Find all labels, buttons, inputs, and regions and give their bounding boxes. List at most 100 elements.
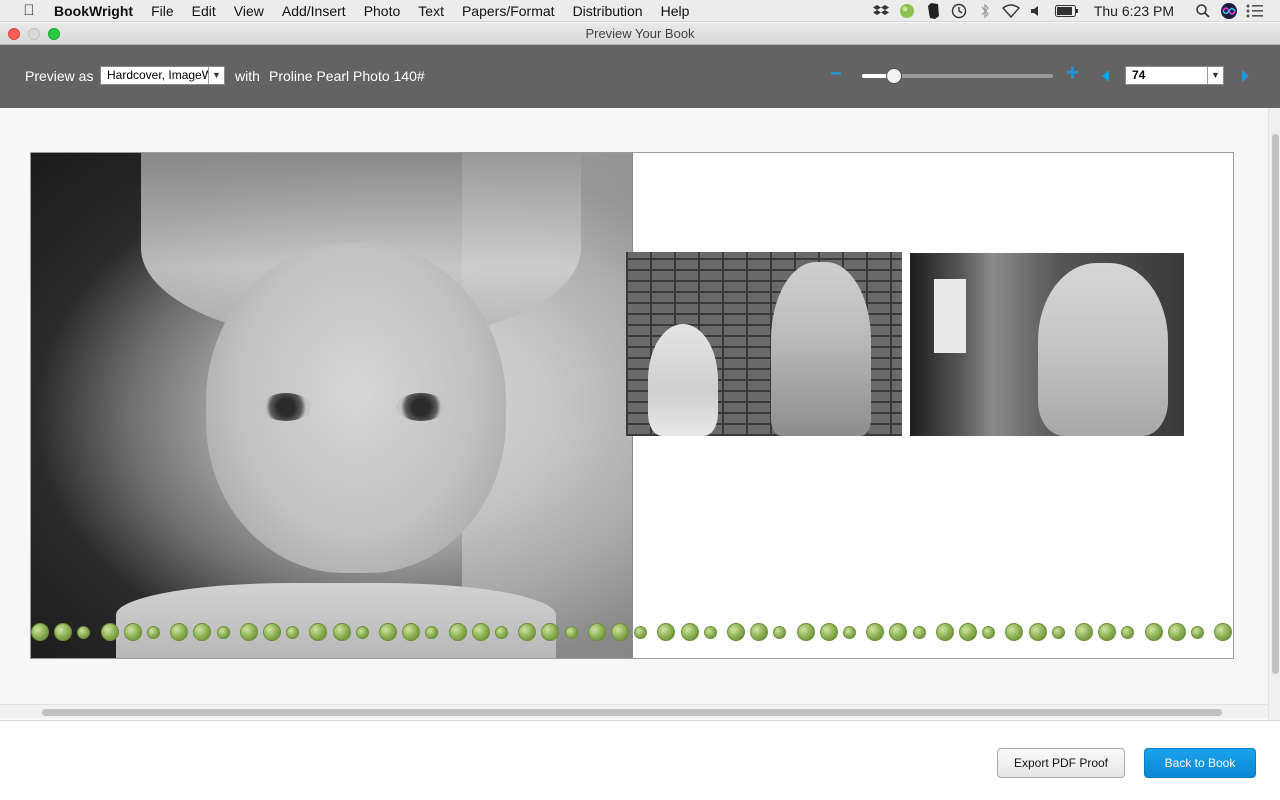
sprout-garland-border xyxy=(31,623,1233,643)
sprout-ornament xyxy=(611,623,629,641)
sprout-ornament xyxy=(1005,623,1023,641)
sprout-ornament xyxy=(1029,623,1047,641)
bluetooth-icon[interactable] xyxy=(974,0,996,22)
sprout-ornament xyxy=(657,623,675,641)
sprout-ornament xyxy=(727,623,745,641)
search-icon[interactable] xyxy=(1192,0,1214,22)
sprout-ornament xyxy=(124,623,142,641)
with-label: with xyxy=(235,68,260,84)
menu-photo[interactable]: Photo xyxy=(364,3,401,19)
sprout-ornament xyxy=(309,623,327,641)
sprout-ornament xyxy=(1145,623,1163,641)
photo-girl-hand-on-head[interactable] xyxy=(910,253,1184,436)
sprout-ornament xyxy=(773,626,786,639)
window-close-button[interactable] xyxy=(8,28,20,40)
menu-view[interactable]: View xyxy=(234,3,264,19)
sprout-ornament xyxy=(1075,623,1093,641)
chevron-down-icon[interactable]: ▼ xyxy=(1207,67,1223,84)
photo-kids-brick-wall[interactable] xyxy=(626,252,902,436)
window-minimize-button[interactable] xyxy=(28,28,40,40)
sprout-ornament xyxy=(54,623,72,641)
sprout-ornament xyxy=(240,623,258,641)
sprout-ornament xyxy=(889,623,907,641)
menu-app-name[interactable]: BookWright xyxy=(54,3,133,19)
sprout-ornament xyxy=(866,623,884,641)
sprout-ornament xyxy=(797,623,815,641)
sprout-ornament xyxy=(1052,626,1065,639)
sprout-ornament xyxy=(170,623,188,641)
zoom-slider-knob[interactable] xyxy=(886,68,902,84)
export-pdf-proof-button[interactable]: Export PDF Proof xyxy=(997,748,1125,778)
sprout-ornament xyxy=(518,623,536,641)
bottom-action-bar: Export PDF Proof Back to Book xyxy=(0,720,1280,800)
menu-text[interactable]: Text xyxy=(418,3,444,19)
sprout-ornament xyxy=(495,626,508,639)
menu-edit[interactable]: Edit xyxy=(192,3,216,19)
zoom-slider[interactable] xyxy=(862,68,1053,84)
sprout-ornament xyxy=(101,623,119,641)
zoom-in-icon[interactable]: + xyxy=(1066,62,1079,84)
sprout-ornament xyxy=(1191,626,1204,639)
chevron-down-icon[interactable]: ▼ xyxy=(208,67,224,84)
sprout-ornament xyxy=(959,623,977,641)
back-to-book-button[interactable]: Back to Book xyxy=(1144,748,1256,778)
sprout-ornament xyxy=(704,626,717,639)
preview-as-label: Preview as xyxy=(25,68,94,84)
format-select[interactable]: Hardcover, ImageWrap ▼ xyxy=(100,66,225,85)
dropbox-icon[interactable] xyxy=(870,0,892,22)
vertical-scrollbar-thumb[interactable] xyxy=(1272,134,1279,674)
sprout-ornament xyxy=(147,626,160,639)
sprout-ornament xyxy=(356,626,369,639)
previous-page-icon[interactable] xyxy=(1102,70,1109,82)
evernote-icon[interactable] xyxy=(922,0,944,22)
sprout-ornament xyxy=(1168,623,1186,641)
paper-name: Proline Pearl Photo 140# xyxy=(269,68,425,84)
apple-logo-icon[interactable]:  xyxy=(18,2,40,19)
horizontal-scrollbar-thumb[interactable] xyxy=(42,709,1222,716)
menu-help[interactable]: Help xyxy=(661,3,690,19)
photo-window xyxy=(934,279,966,353)
menu-add-insert[interactable]: Add/Insert xyxy=(282,3,346,19)
sprout-ornament xyxy=(1121,626,1134,639)
photo-left-eye xyxy=(261,393,311,421)
sprout-ornament xyxy=(402,623,420,641)
menu-file[interactable]: File xyxy=(151,3,174,19)
green-dot-icon[interactable] xyxy=(896,0,918,22)
sprout-ornament xyxy=(1214,623,1232,641)
sprout-ornament xyxy=(634,626,647,639)
left-page-photo-girl-portrait[interactable] xyxy=(31,153,633,658)
menu-distribution[interactable]: Distribution xyxy=(573,3,643,19)
sprout-ornament xyxy=(263,623,281,641)
photo-child xyxy=(1038,263,1168,436)
sprout-ornament xyxy=(286,626,299,639)
sprout-ornament xyxy=(217,626,230,639)
volume-icon[interactable] xyxy=(1026,0,1048,22)
zoom-out-icon[interactable]: − xyxy=(830,64,842,84)
sprout-ornament xyxy=(750,623,768,641)
sprout-ornament xyxy=(982,626,995,639)
menu-bar:  BookWright File Edit View Add/Insert P… xyxy=(0,0,1280,22)
photo-boy xyxy=(771,262,871,436)
window-zoom-button[interactable] xyxy=(48,28,60,40)
sprout-ornament xyxy=(913,626,926,639)
sprout-ornament xyxy=(333,623,351,641)
next-page-icon[interactable] xyxy=(1242,70,1249,82)
status-area: Thu 6:23 PM xyxy=(866,0,1280,22)
page-number-select[interactable]: 74 ▼ xyxy=(1125,66,1224,85)
battery-icon[interactable] xyxy=(1052,0,1082,22)
sprout-ornament xyxy=(449,623,467,641)
window-title-bar: Preview Your Book xyxy=(0,23,1280,45)
menubar-clock[interactable]: Thu 6:23 PM xyxy=(1094,0,1174,22)
sprout-ornament xyxy=(936,623,954,641)
menu-papers-format[interactable]: Papers/Format xyxy=(462,3,555,19)
siri-icon[interactable] xyxy=(1218,0,1240,22)
wifi-icon[interactable] xyxy=(1000,0,1022,22)
sprout-ornament xyxy=(379,623,397,641)
notification-center-icon[interactable] xyxy=(1244,0,1266,22)
time-machine-icon[interactable] xyxy=(948,0,970,22)
preview-toolbar: Preview as Hardcover, ImageWrap ▼ with P… xyxy=(0,45,1280,108)
vertical-scrollbar[interactable] xyxy=(1268,108,1280,720)
window-title: Preview Your Book xyxy=(585,26,695,41)
horizontal-scrollbar[interactable] xyxy=(0,704,1268,718)
sprout-ornament xyxy=(425,626,438,639)
